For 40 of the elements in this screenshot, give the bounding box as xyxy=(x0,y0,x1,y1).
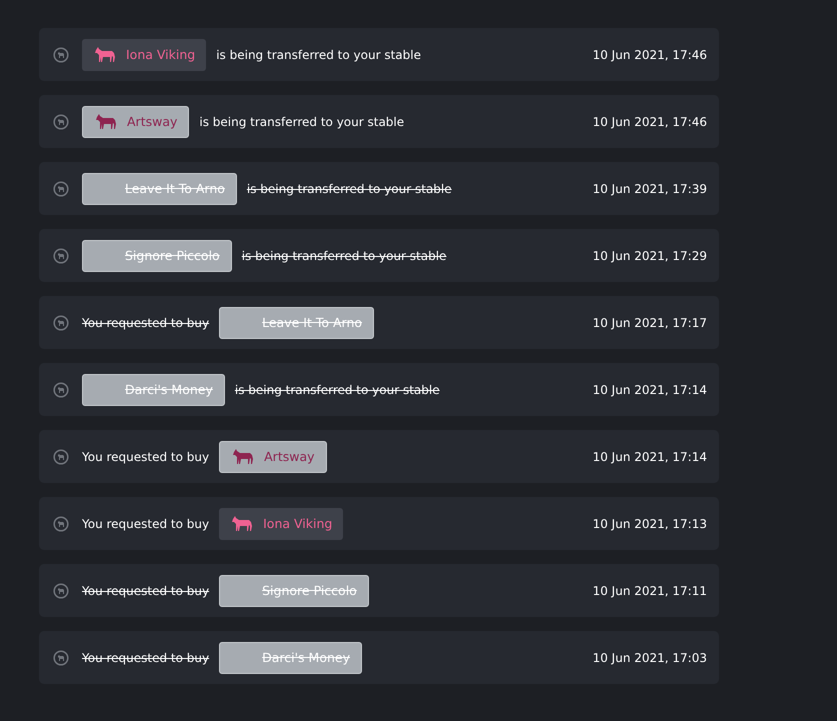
event-text: You requested to buy xyxy=(82,316,210,330)
event-text: You requested to buy xyxy=(82,450,210,464)
horse-chip[interactable]: Leave It To Arno xyxy=(219,306,374,338)
event-text: is being transferred to your stable xyxy=(234,382,440,396)
event-text: is being transferred to your stable xyxy=(246,182,452,196)
horse-chip[interactable]: Darci's Money xyxy=(82,374,225,406)
horse-icon xyxy=(53,46,69,62)
event-text: You requested to buy xyxy=(82,516,210,530)
horse-chip[interactable]: Artsway xyxy=(82,106,190,138)
event-text: is being transferred to your stable xyxy=(199,114,404,128)
horse-icon xyxy=(53,114,69,130)
event-text: is being transferred to your stable xyxy=(242,248,446,262)
event-time: 10 Jun 2021, 17:46 xyxy=(592,114,707,128)
event-time: 10 Jun 2021, 17:03 xyxy=(592,650,707,664)
event-time: 10 Jun 2021, 17:14 xyxy=(592,382,707,396)
horse-chip[interactable]: Leave It To Arno xyxy=(82,172,237,204)
horse-icon xyxy=(53,650,69,666)
horse-icon xyxy=(53,448,69,464)
event-time: 10 Jun 2021, 17:39 xyxy=(592,182,707,196)
horse-icon xyxy=(53,582,69,598)
event-time: 10 Jun 2021, 17:11 xyxy=(592,584,707,598)
horse-icon xyxy=(53,180,69,196)
event-time: 10 Jun 2021, 17:17 xyxy=(592,316,707,330)
event-text: is being transferred to your stable xyxy=(216,48,421,62)
horse-icon xyxy=(53,516,69,532)
horse-chip[interactable]: Iona Viking xyxy=(219,508,344,540)
horse-chip[interactable]: Darci's Money xyxy=(219,642,362,674)
horse-icon xyxy=(53,382,69,398)
horse-chip[interactable]: Signore Piccolo xyxy=(219,574,369,606)
event-text: You requested to buy xyxy=(82,650,210,664)
horse-icon xyxy=(53,248,69,264)
event-text: You requested to buy xyxy=(82,584,210,598)
event-time: 10 Jun 2021, 17:13 xyxy=(592,516,707,530)
horse-chip[interactable]: Artsway xyxy=(219,440,327,472)
event-time: 10 Jun 2021, 17:29 xyxy=(592,248,707,262)
event-time: 10 Jun 2021, 17:46 xyxy=(592,48,707,62)
horse-icon xyxy=(53,314,69,330)
event-time: 10 Jun 2021, 17:14 xyxy=(592,450,707,464)
horse-chip[interactable]: Signore Piccolo xyxy=(82,240,232,272)
horse-chip[interactable]: Iona Viking xyxy=(82,38,206,70)
